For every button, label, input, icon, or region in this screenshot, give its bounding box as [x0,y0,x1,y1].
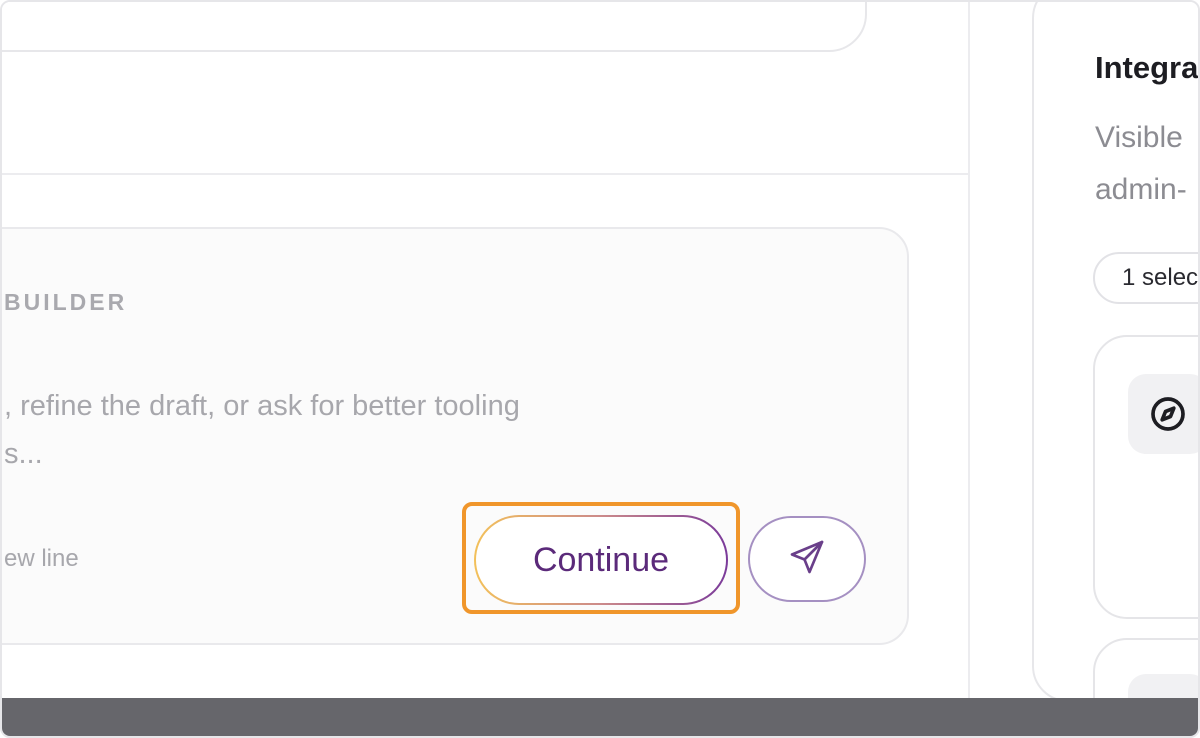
app-frame: BUILDER , refine the draft, or ask for b… [0,0,1200,738]
integrations-description-line-1: Visible [1095,121,1183,154]
integrations-description: Visible admin- [1095,112,1198,216]
composer-placeholder-line-1: , refine the draft, or ask for better to… [4,390,520,422]
new-line-hint: ew line [4,545,79,572]
main-column: BUILDER , refine the draft, or ask for b… [2,2,970,702]
send-icon [787,537,827,582]
send-button[interactable] [748,516,866,602]
compass-icon [1128,374,1198,454]
selection-count-pill[interactable]: 1 selec [1093,252,1198,304]
previous-message-card [2,2,867,52]
integrations-description-line-2: admin- [1095,173,1187,206]
integrations-title: Integra [1095,50,1199,85]
bottom-bar [2,698,1198,736]
composer-placeholder[interactable]: , refine the draft, or ask for better to… [4,382,664,478]
composer-placeholder-line-2: s... [4,438,43,470]
main-divider [2,173,970,175]
continue-button[interactable]: Continue [474,515,728,605]
composer-mode-label: BUILDER [4,289,128,315]
